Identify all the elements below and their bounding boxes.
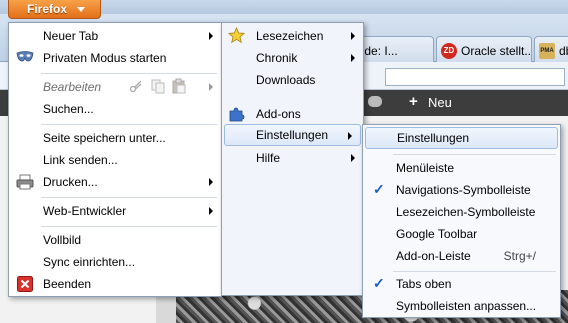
tab-db[interactable]: PMA db [534,36,568,64]
menu-item-label: Google Toolbar [396,227,478,241]
menu-item-bookmarks[interactable]: Lesezeichen [222,25,363,47]
comment-icon[interactable] [368,96,382,107]
firefox-menu-left-column: Neuer Tab Privaten Modus starten Bearbei… [8,22,222,297]
firefox-menu-right-column: Lesezeichen Chronik Downloads Add-ons Ei… [221,22,364,296]
menu-item-label: Add-on-Leiste [396,249,471,263]
options-submenu: Einstellungen Menüleiste ✓ Navigations-S… [362,124,561,318]
menu-item-print[interactable]: Drucken... [9,171,221,193]
menu-item-quit[interactable]: Beenden [9,273,221,295]
menu-item-label: Sync einrichten... [43,255,136,269]
submenu-item-google-toolbar[interactable]: Google Toolbar [363,223,560,245]
submenu-arrow-icon [351,32,355,40]
menu-item-edit: Bearbeiten [9,76,221,98]
menu-item-label: Seite speichern unter... [43,131,166,145]
tab-oracle[interactable]: ZD Oracle stellt... [436,36,532,64]
menu-item-label: Navigations-Symbolleiste [396,183,531,197]
menu-item-label: Einstellungen [256,128,329,142]
menu-item-sync[interactable]: Sync einrichten... [9,251,221,273]
tab-title: Oracle stellt... [461,43,532,58]
menu-item-find[interactable]: Suchen... [9,98,221,120]
menu-item-label: Symbolleisten anpassen... [396,299,537,313]
menu-item-label: Neuer Tab [43,29,99,43]
menu-item-label: Chronik [256,51,298,65]
menu-item-label: Lesezeichen-Symbolleiste [396,205,536,219]
menu-item-label: Web-Entwickler [43,204,127,218]
menu-item-label: Suchen... [43,102,94,116]
menu-item-addons[interactable]: Add-ons [222,103,363,125]
menu-separator [41,124,217,125]
firefox-menu-button[interactable]: Firefox [8,0,101,19]
submenu-arrow-icon [209,178,213,186]
checkmark-icon: ✓ [373,181,385,197]
pma-favicon-icon: PMA [539,42,555,59]
menu-item-label: Einstellungen [397,131,470,145]
menu-item-label: Beenden [43,277,92,291]
plus-icon[interactable]: + [409,93,418,110]
menu-item-history[interactable]: Chronik [222,47,363,69]
zdnet-favicon-icon: ZD [441,42,457,59]
menu-item-web-developer[interactable]: Web-Entwickler [9,200,221,222]
submenu-arrow-icon [348,132,352,140]
printer-icon [16,174,34,190]
menu-item-label: Hilfe [256,151,281,165]
submenu-item-nav-toolbar[interactable]: ✓ Navigations-Symbolleiste [363,179,560,201]
private-mask-icon [16,51,34,62]
menu-item-options[interactable]: Einstellungen [224,124,361,146]
paste-icon [172,78,186,94]
cut-icon [129,80,142,93]
menu-item-label: Drucken... [43,175,98,189]
menu-item-label: Downloads [256,73,316,87]
submenu-item-customize-toolbars[interactable]: Symbolleisten anpassen... [363,295,560,317]
menu-separator [393,271,556,272]
submenu-arrow-icon [351,154,355,162]
new-button[interactable]: Neu [428,95,452,110]
menu-separator [393,154,556,155]
menu-item-new-tab[interactable]: Neuer Tab [9,25,221,47]
star-icon [228,27,245,44]
menu-separator [41,197,217,198]
submenu-arrow-icon [209,32,213,40]
submenu-item-bookmarks-toolbar[interactable]: Lesezeichen-Symbolleiste [363,201,560,223]
checkmark-icon: ✓ [373,275,385,291]
menu-item-help[interactable]: Hilfe [222,147,363,169]
puzzle-piece-icon [229,107,245,122]
menu-item-label: Add-ons [256,107,301,121]
menu-separator [41,73,217,74]
menu-item-label: Menüleiste [396,161,455,175]
submenu-item-addon-bar[interactable]: Add-on-Leiste Strg+/ [363,245,560,267]
menu-item-send-link[interactable]: Link senden... [9,149,221,171]
menu-item-label: Privaten Modus starten [43,51,167,65]
menu-item-label: Vollbild [43,233,82,247]
menu-item-label: Lesezeichen [256,29,324,43]
submenu-arrow-icon [351,54,355,62]
copy-icon [151,79,165,94]
menu-item-downloads[interactable]: Downloads [222,69,363,91]
tab-title: db [559,43,568,58]
dropdown-arrow-icon [77,6,86,12]
menu-item-save-page[interactable]: Seite speichern unter... [9,127,221,149]
submenu-item-menu-bar[interactable]: Menüleiste [363,157,560,179]
firefox-button-label: Firefox [27,2,68,16]
menu-item-label: Link senden... [43,153,118,167]
menu-item-private-mode[interactable]: Privaten Modus starten [9,47,221,69]
quit-icon [17,276,33,292]
menu-item-label: Tabs oben [396,277,452,291]
submenu-item-options[interactable]: Einstellungen [365,127,558,149]
menu-item-label: Bearbeiten [43,80,102,94]
submenu-arrow-icon [209,207,213,215]
submenu-arrow-icon [209,83,213,91]
submenu-item-tabs-on-top[interactable]: ✓ Tabs oben [363,273,560,295]
url-bar[interactable] [385,68,565,86]
menu-separator [41,226,217,227]
menu-item-fullscreen[interactable]: Vollbild [9,229,221,251]
keyboard-shortcut: Strg+/ [503,249,536,263]
